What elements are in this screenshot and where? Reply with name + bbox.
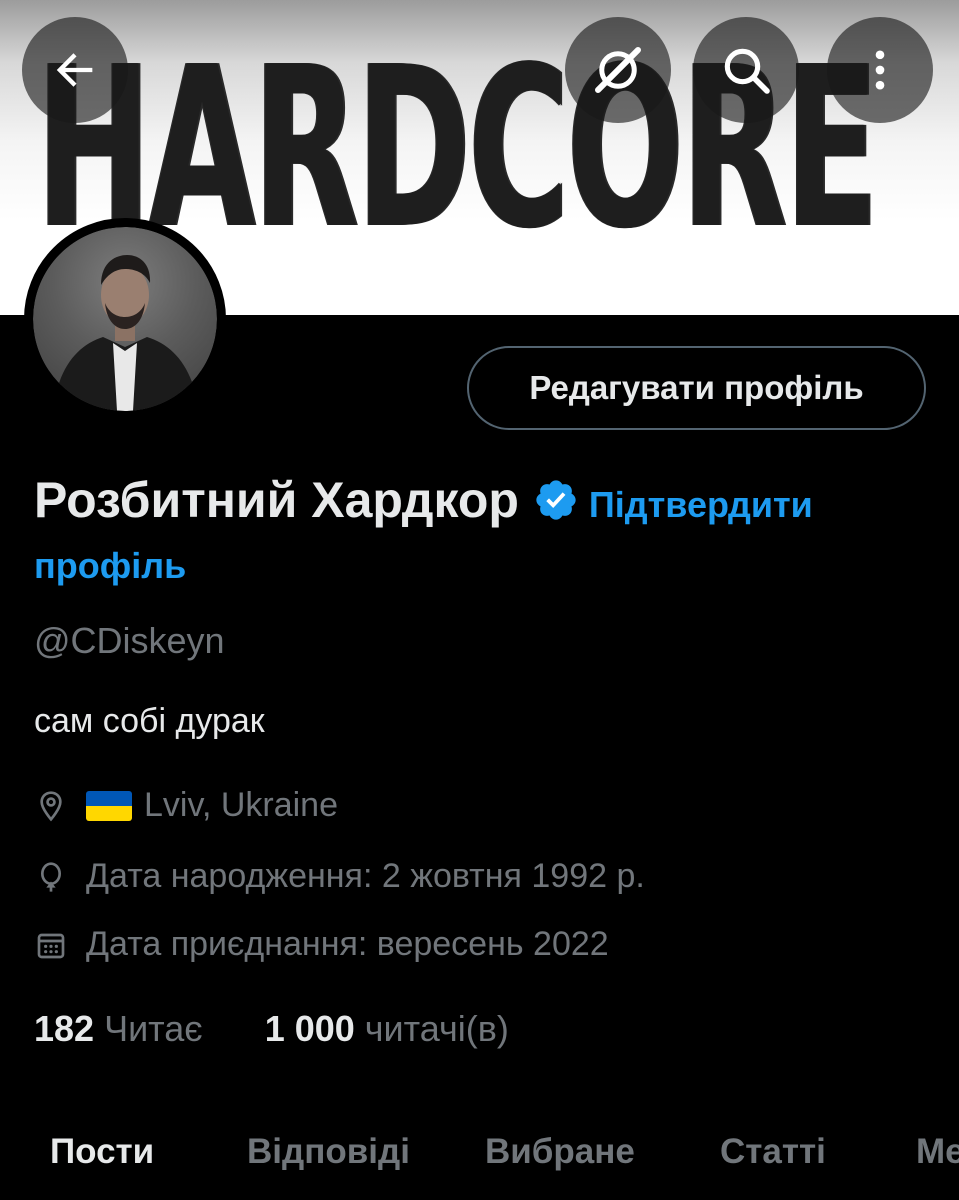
search-button[interactable] xyxy=(693,17,799,123)
verify-profile-link[interactable]: Підтвердити xyxy=(589,484,813,525)
arrow-left-icon xyxy=(56,53,93,87)
tab-articles[interactable]: Статті xyxy=(720,1132,826,1172)
following-count: 182 xyxy=(34,1008,95,1049)
tab-media[interactable]: Медіа xyxy=(916,1132,959,1172)
joined-text: Дата приєднання: вересень 2022 xyxy=(86,925,609,963)
balloon-icon xyxy=(34,860,68,894)
bio: сам собі дурак xyxy=(34,702,265,740)
grok-button[interactable] xyxy=(565,17,671,123)
location-row: Lviv, Ukraine xyxy=(34,786,338,825)
joined-row: Дата приєднання: вересень 2022 xyxy=(34,925,609,964)
profile-name-block: Розбитний Хардкор Підтвердити профіль xyxy=(34,464,934,591)
calendar-icon xyxy=(34,928,68,962)
tab-replies[interactable]: Відповіді xyxy=(247,1132,410,1172)
following-link[interactable]: 182 Читає xyxy=(34,1008,213,1049)
user-handle: @CDiskeyn xyxy=(34,620,225,661)
more-vertical-icon xyxy=(875,50,885,90)
profile-tabs: Пости Відповіді Вибране Статті Медіа xyxy=(0,1118,959,1200)
verified-badge-icon xyxy=(536,480,576,520)
back-button[interactable] xyxy=(22,17,128,123)
tab-posts[interactable]: Пости xyxy=(50,1132,154,1172)
birth-date-text: Дата народження: 2 жовтня 1992 р. xyxy=(86,857,645,895)
edit-profile-button[interactable]: Редагувати профіль xyxy=(467,346,926,430)
followers-link[interactable]: 1 000 читачі(в) xyxy=(255,1008,509,1049)
ukraine-flag-icon xyxy=(86,790,132,821)
display-name: Розбитний Хардкор xyxy=(34,472,519,528)
avatar-photo xyxy=(33,227,217,411)
tab-likes[interactable]: Вибране xyxy=(485,1132,635,1172)
grok-icon xyxy=(595,47,641,93)
follow-stats: 182 Читає 1 000 читачі(в) xyxy=(34,1008,509,1050)
location-pin-icon xyxy=(34,789,68,823)
followers-count: 1 000 xyxy=(264,1008,355,1049)
avatar[interactable] xyxy=(24,218,226,420)
location-text: Lviv, Ukraine xyxy=(144,786,338,824)
following-label: Читає xyxy=(104,1008,203,1049)
followers-label: читачі(в) xyxy=(364,1008,509,1049)
edit-profile-label: Редагувати профіль xyxy=(529,369,864,406)
birth-date-row: Дата народження: 2 жовтня 1992 р. xyxy=(34,857,645,896)
search-icon xyxy=(724,48,770,94)
verify-profile-link-cont[interactable]: профіль xyxy=(34,541,934,591)
more-options-button[interactable] xyxy=(827,17,933,123)
